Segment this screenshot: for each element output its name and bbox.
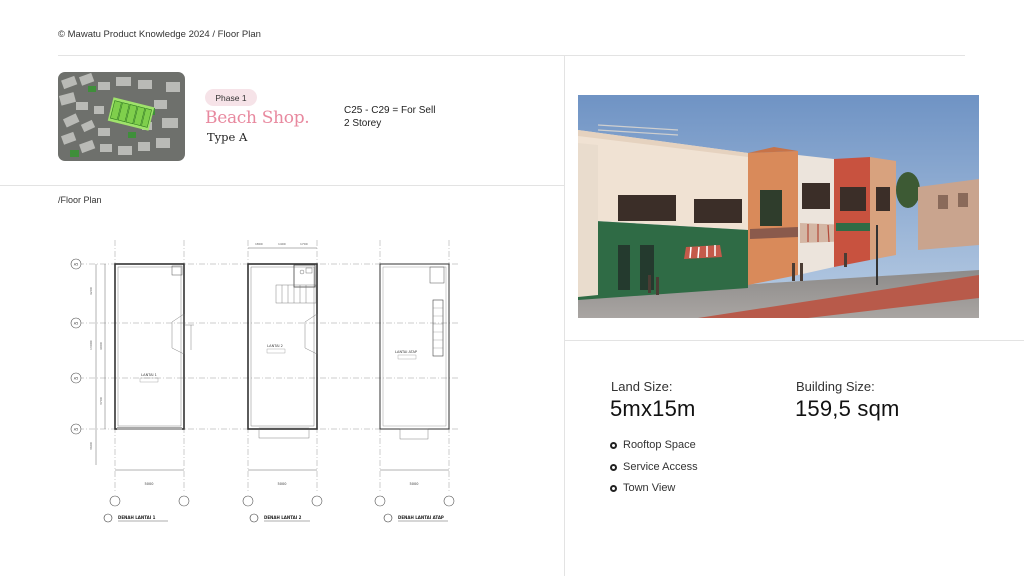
plan-width-dim: 5000 [145,482,154,486]
land-size-value: 5mx15m [610,396,696,421]
building-size-label: Building Size: [796,379,875,394]
plan-caption: DENAH LANTAI 2 [264,515,302,520]
product-type: Type A [207,130,248,144]
phase-badge: Phase 1 [205,89,257,106]
plan-caption: DENAH LANTAI 1 [118,515,156,520]
grid-label: A5 [74,322,79,326]
floor-plan-drawings: A5 A5 A5 A5 4200 4000 13000 3700 3600 LA… [60,230,480,535]
plan-width-dim: 5000 [410,482,419,486]
top-divider [58,55,965,56]
building-render-image [578,95,979,318]
storey-count: 2 Storey [344,118,382,129]
left-header-divider [0,185,564,186]
plan-room-label: LANTAI ATAP [395,350,417,354]
plan-width-dim: 5000 [278,482,287,486]
svg-text:3600: 3600 [89,442,93,450]
feature-label: Rooftop Space [623,439,696,451]
plan-ground-floor: LANTAI 1 5000 DENAH LANTAI 1 [103,240,194,523]
feature-item: Town View [610,482,675,494]
feature-label: Service Access [623,461,698,473]
svg-text:4200: 4200 [89,287,93,295]
plan-second-floor: 1800 1400 1700 LANTAI 2 5000 DENAH LANTAI … [242,240,323,523]
svg-text:4000: 4000 [99,342,103,350]
bullet-icon [610,463,617,471]
grid-label: A5 [74,377,79,381]
svg-text:1400: 1400 [278,242,286,246]
units-for-sale: C25 - C29 = For Sell [344,105,436,116]
plan-room-label: LANTAI 2 [267,344,283,348]
svg-text:1800: 1800 [255,242,263,246]
center-divider [564,55,565,576]
breadcrumb: © Mawatu Product Knowledge 2024 / Floor … [58,29,261,40]
svg-text:13000: 13000 [89,340,93,350]
unit-info: C25 - C29 = For Sell 2 Storey [344,104,435,130]
plan-caption: DENAH LANTAI ATAP [398,515,444,520]
product-title: Beach Shop. [205,108,310,128]
feature-label: Town View [623,482,676,494]
grid-label: A5 [74,428,79,432]
feature-item: Rooftop Space [610,439,696,451]
site-map-thumbnail [58,72,185,161]
floor-plan-section-label: /Floor Plan [58,195,102,205]
grid-label: A5 [74,263,79,267]
land-size-label: Land Size: [611,379,673,394]
feature-item: Service Access [610,461,698,473]
bullet-icon [610,484,617,492]
svg-text:3700: 3700 [99,397,103,405]
svg-text:1700: 1700 [300,242,308,246]
right-mid-divider [564,340,1024,341]
plan-roof-floor: LANTAI ATAP 5000 DENAH LANTAI ATAP [374,240,455,523]
plan-room-label: LANTAI 1 [141,373,157,377]
building-size-value: 159,5 sqm [795,396,900,421]
bullet-icon [610,441,617,449]
